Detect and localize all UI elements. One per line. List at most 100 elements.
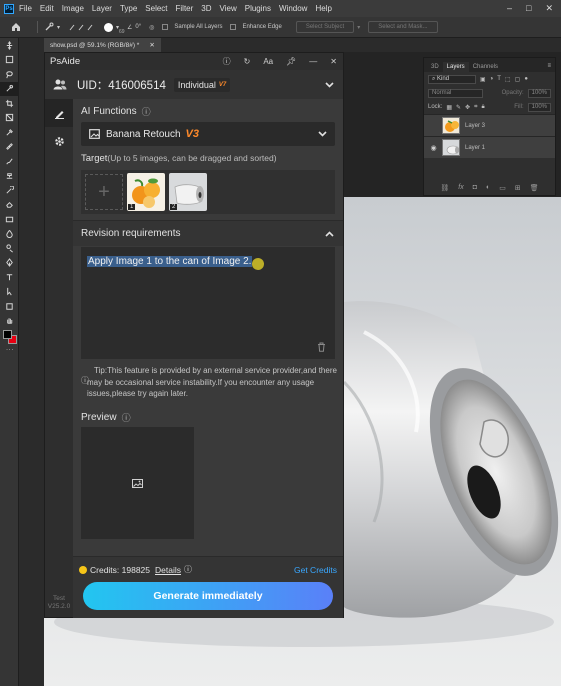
move-tool-button[interactable] — [0, 38, 19, 53]
dodge-tool-button[interactable] — [0, 241, 19, 256]
revision-requirements-header[interactable]: Revision requirements — [73, 220, 343, 246]
target-images-area[interactable]: + 1 2 — [81, 170, 335, 214]
add-mask-icon[interactable]: ◘ — [473, 184, 477, 192]
clone-stamp-tool-button[interactable] — [0, 169, 19, 184]
get-credits-link[interactable]: Get Credits — [294, 565, 337, 575]
gradient-tool-button[interactable] — [0, 212, 19, 227]
eyedropper-tool-button[interactable] — [0, 125, 19, 140]
filter-smart-icon[interactable]: ▢ — [515, 76, 521, 83]
font-size-icon[interactable]: Aa — [263, 57, 273, 66]
pen-tool-button[interactable] — [0, 256, 19, 271]
menu-file[interactable]: File — [19, 4, 32, 13]
crop-tool-button[interactable] — [0, 96, 19, 111]
menu-view[interactable]: View — [220, 4, 237, 13]
filter-adjust-icon[interactable]: ◑ — [490, 76, 494, 82]
menu-help[interactable]: Help — [315, 4, 331, 13]
menu-filter[interactable]: Filter — [176, 4, 194, 13]
menu-image[interactable]: Image — [62, 4, 84, 13]
select-and-mask-button[interactable]: Select and Mask... — [368, 21, 438, 33]
path-selection-tool-button[interactable] — [0, 285, 19, 300]
new-layer-icon[interactable]: ⊞ — [515, 184, 521, 192]
frame-tool-button[interactable] — [0, 111, 19, 126]
home-icon[interactable] — [9, 20, 23, 34]
quick-selection-tool-preset[interactable]: ▾ — [44, 22, 60, 32]
brush-tool-button[interactable] — [0, 154, 19, 169]
target-image-2[interactable]: 2 — [169, 173, 207, 211]
fx-icon[interactable]: fx — [458, 184, 463, 192]
minimize-window-button[interactable]: – — [507, 3, 512, 14]
menu-type[interactable]: Type — [120, 4, 137, 13]
type-tool-button[interactable] — [0, 270, 19, 285]
menu-window[interactable]: Window — [279, 4, 307, 13]
eraser-tool-button[interactable] — [0, 198, 19, 213]
lock-paint-icon[interactable]: ✎ — [456, 104, 461, 111]
target-image-1[interactable]: 1 — [127, 173, 165, 211]
more-tools-button[interactable] — [0, 343, 19, 358]
maximize-window-button[interactable]: □ — [526, 3, 531, 14]
quick-selection-tool-button[interactable] — [0, 81, 19, 96]
adjustment-layer-icon[interactable]: ◐ — [486, 184, 490, 192]
preview-area[interactable] — [81, 427, 194, 539]
lock-artboard-icon[interactable]: ⌗ — [474, 104, 477, 111]
tab-3d[interactable]: 3D — [427, 62, 443, 72]
chevron-down-icon[interactable] — [325, 81, 334, 88]
lock-pixels-icon[interactable]: ▦ — [446, 104, 452, 111]
add-image-button[interactable]: + — [85, 174, 123, 210]
close-window-button[interactable]: ✕ — [545, 3, 553, 14]
generate-button[interactable]: Generate immediately — [83, 582, 333, 610]
credits-details-link[interactable]: Details — [155, 565, 181, 575]
document-tab[interactable]: show.psd @ 59.1% (RGB/8#) * ✕ — [44, 38, 161, 52]
link-layers-icon[interactable]: ⛓ — [440, 184, 449, 192]
menu-3d[interactable]: 3D — [201, 4, 211, 13]
lasso-tool-button[interactable] — [0, 67, 19, 82]
marquee-tool-button[interactable] — [0, 53, 19, 68]
prompt-textarea[interactable]: Apply Image 1 to the can of Image 2. — [81, 247, 335, 359]
info-icon[interactable]: ⓘ — [142, 105, 151, 118]
ai-function-select[interactable]: Banana Retouch V3 — [81, 122, 335, 146]
select-subject-button[interactable]: Select Subject — [295, 21, 355, 33]
lock-all-icon[interactable]: 🔒︎ — [481, 104, 484, 111]
pin-icon[interactable]: 📌︎ — [286, 57, 296, 66]
rectangle-tool-button[interactable] — [0, 299, 19, 314]
kind-filter-select[interactable]: ⌕ Kind — [428, 74, 476, 84]
edit-mode-button[interactable] — [45, 99, 73, 127]
minimize-icon[interactable]: — — [309, 57, 317, 66]
close-tab-icon[interactable]: ✕ — [149, 41, 154, 49]
enhance-edge-checkbox[interactable]: Enhance Edge — [230, 24, 282, 30]
close-icon[interactable]: ✕ — [330, 57, 337, 66]
panel-menu-icon[interactable]: ≡ — [547, 63, 551, 69]
pressure-toggle[interactable]: ◎ — [149, 24, 154, 31]
brush-picker[interactable]: ▾ — [104, 22, 119, 32]
hand-tool-button[interactable] — [0, 314, 19, 329]
chevron-down-icon[interactable]: ▾ — [357, 24, 360, 31]
new-group-icon[interactable]: ▭ — [499, 184, 506, 192]
delete-layer-icon[interactable]: 🗑︎ — [530, 184, 539, 192]
menu-edit[interactable]: Edit — [40, 4, 54, 13]
tab-channels[interactable]: Channels — [469, 62, 502, 72]
menu-plugins[interactable]: Plugins — [245, 4, 271, 13]
tab-layers[interactable]: Layers — [442, 62, 469, 72]
history-brush-tool-button[interactable] — [0, 183, 19, 198]
info-icon[interactable]: ⓘ — [122, 411, 131, 424]
info-icon[interactable]: ⓘ — [223, 56, 231, 67]
filter-toggle-icon[interactable]: ● — [524, 76, 528, 82]
blur-tool-button[interactable] — [0, 227, 19, 242]
fill-input[interactable]: 100% — [527, 102, 551, 112]
opacity-input[interactable]: 100% — [527, 88, 551, 98]
blend-mode-select[interactable]: Normal — [428, 88, 483, 98]
menu-layer[interactable]: Layer — [92, 4, 112, 13]
settings-button[interactable] — [45, 127, 73, 155]
angle-control[interactable]: ∠ 0° — [127, 24, 141, 31]
trash-icon[interactable] — [317, 342, 326, 352]
lock-move-icon[interactable]: ✥ — [465, 104, 470, 111]
selection-mode-buttons[interactable] — [68, 23, 96, 32]
layer-row-layer-1[interactable]: ◉ Layer 1 — [424, 136, 555, 158]
filter-type-icon[interactable]: T — [497, 76, 501, 82]
healing-brush-tool-button[interactable] — [0, 140, 19, 155]
filter-pixel-icon[interactable]: ▣ — [480, 76, 486, 83]
sample-all-layers-checkbox[interactable]: Sample All Layers — [162, 24, 222, 30]
info-icon[interactable]: ⓘ — [184, 564, 192, 575]
filter-shape-icon[interactable]: ⬚ — [505, 76, 511, 83]
eye-icon[interactable]: ◉ — [430, 144, 437, 152]
layer-row-layer-3[interactable]: Layer 3 — [424, 114, 555, 136]
